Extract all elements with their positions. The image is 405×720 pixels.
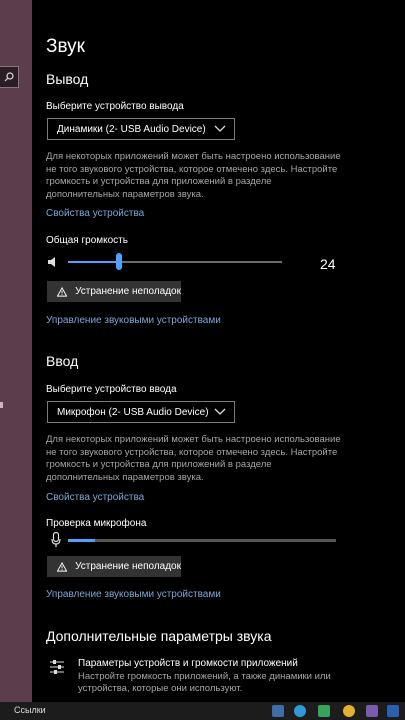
output-manage-devices-link[interactable]: Управление звуковыми устройствами xyxy=(46,315,221,326)
app-volume-settings-link[interactable]: Параметры устройств и громкости приложен… xyxy=(78,658,298,669)
input-description: Для некоторых приложений может быть наст… xyxy=(46,434,341,483)
settings-sidebar xyxy=(0,0,32,702)
output-heading: Вывод xyxy=(46,71,89,87)
volume-value: 24 xyxy=(320,256,336,272)
volume-slider-fill xyxy=(68,261,119,263)
volume-slider-thumb[interactable] xyxy=(116,253,122,270)
mic-level-fill xyxy=(68,539,95,542)
mixer-sliders-icon[interactable] xyxy=(48,658,66,676)
taskbar: Ссылки xyxy=(0,702,405,720)
warning-icon xyxy=(57,561,68,572)
edge-icon[interactable] xyxy=(294,705,306,717)
chevron-down-icon xyxy=(214,408,226,415)
mic-test-label: Проверка микрофона xyxy=(46,518,147,529)
output-troubleshoot-button[interactable]: Устранение неполадок xyxy=(47,281,181,302)
advanced-heading: Дополнительные параметры звука xyxy=(46,628,272,644)
chevron-down-icon xyxy=(214,125,226,132)
output-device-select[interactable]: Динамики (2- USB Audio Device) xyxy=(47,118,235,140)
search-button[interactable] xyxy=(0,66,19,88)
warning-icon xyxy=(57,286,68,297)
word-icon[interactable] xyxy=(387,705,399,717)
mic-level-track xyxy=(68,539,336,542)
sound-settings-page: Звук Вывод Выберите устройство вывода Ди… xyxy=(32,0,405,702)
explorer-icon[interactable] xyxy=(272,705,284,717)
output-device-value: Динамики (2- USB Audio Device) xyxy=(57,123,206,135)
taskbar-links-label[interactable]: Ссылки xyxy=(14,705,46,715)
page-title: Звук xyxy=(46,36,85,57)
input-device-value: Микрофон (2- USB Audio Device) xyxy=(57,406,209,418)
output-device-label: Выберите устройство вывода xyxy=(46,101,184,112)
input-manage-devices-link[interactable]: Управление звуковыми устройствами xyxy=(46,589,221,600)
output-description: Для некоторых приложений может быть наст… xyxy=(46,151,341,200)
speaker-icon[interactable] xyxy=(47,256,61,268)
output-properties-link[interactable]: Свойства устройства xyxy=(46,208,144,219)
input-heading: Ввод xyxy=(46,353,79,369)
input-properties-link[interactable]: Свойства устройства xyxy=(46,492,144,503)
output-troubleshoot-label: Устранение неполадок xyxy=(75,286,181,297)
app-icon[interactable] xyxy=(318,705,330,717)
input-device-select[interactable]: Микрофон (2- USB Audio Device) xyxy=(47,401,235,423)
app-icon-2[interactable] xyxy=(366,705,378,717)
search-icon xyxy=(4,72,14,82)
input-device-label: Выберите устройство ввода xyxy=(46,384,177,395)
input-troubleshoot-label: Устранение неполадок xyxy=(75,561,181,572)
chrome-icon[interactable] xyxy=(343,705,355,717)
input-troubleshoot-button[interactable]: Устранение неполадок xyxy=(47,556,181,577)
volume-label: Общая громкость xyxy=(46,235,128,246)
app-volume-settings-description: Настройте громкость приложений, а также … xyxy=(78,671,331,694)
microphone-icon xyxy=(51,532,61,547)
sidebar-selection-marker xyxy=(0,402,3,408)
